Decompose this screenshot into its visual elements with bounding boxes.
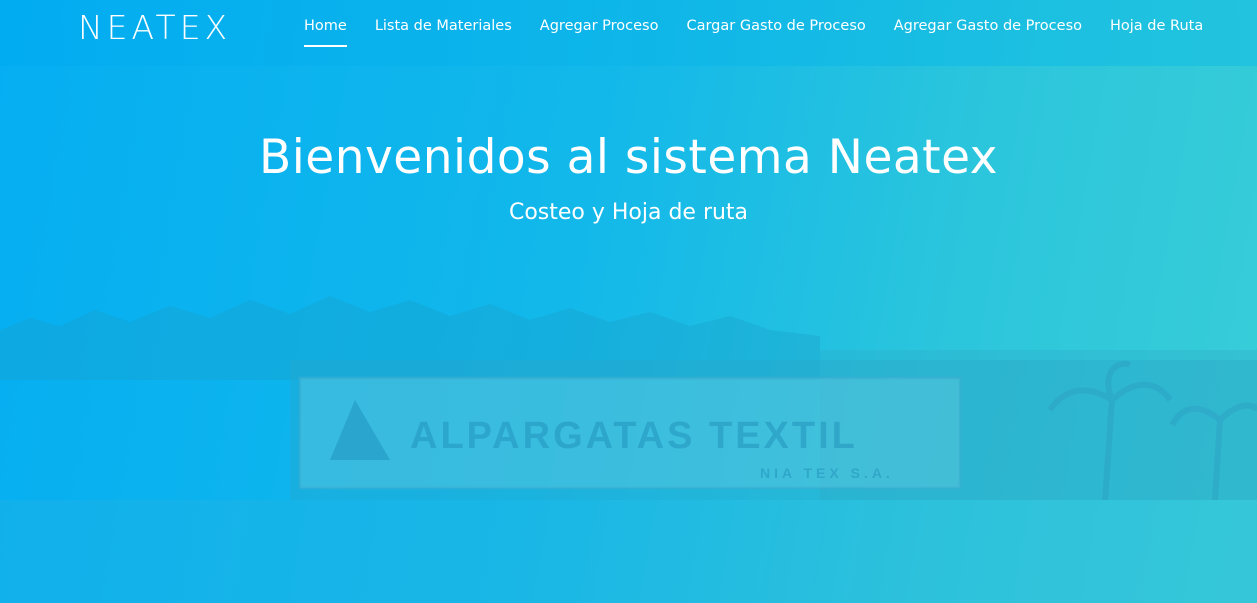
hero-subtitle: Costeo y Hoja de ruta	[508, 200, 749, 225]
nav-item-cargar-gasto-de-proceso[interactable]: Cargar Gasto de Proceso	[672, 0, 879, 66]
navbar: NEATEX Home Lista de Materiales Agregar …	[0, 0, 1257, 66]
nav-menu: Home Lista de Materiales Agregar Proceso…	[290, 0, 1217, 66]
background-sign-border	[298, 376, 962, 490]
background-sign-text: ALPARGATAS TEXTIL	[410, 415, 858, 457]
nav-item-agregar-gasto-de-proceso[interactable]: Agregar Gasto de Proceso	[880, 0, 1096, 66]
background-sign-subtext: NIA TEX S.A.	[760, 465, 894, 481]
background-building	[290, 360, 1257, 500]
nav-item-home[interactable]: Home	[290, 0, 361, 66]
background-photo: ALPARGATAS TEXTIL NIA TEX S.A.	[0, 296, 1257, 603]
nav-item-agregar-proceso[interactable]: Agregar Proceso	[526, 0, 673, 66]
background-palm-left	[1047, 360, 1173, 501]
nav-item-lista-de-materiales[interactable]: Lista de Materiales	[361, 0, 526, 66]
hero-title: Bienvenidos al sistema Neatex	[258, 130, 998, 185]
background-palm-right	[1169, 402, 1257, 501]
background-sign-board	[300, 378, 960, 488]
background-logo-shape	[330, 400, 390, 460]
background-building-right	[820, 350, 1257, 500]
brand-logo[interactable]: NEATEX	[78, 8, 231, 47]
nav-item-hoja-de-ruta[interactable]: Hoja de Ruta	[1096, 0, 1217, 66]
background-ground	[0, 500, 1257, 603]
background-trees	[0, 296, 820, 380]
page: ALPARGATAS TEXTIL NIA TEX S.A. NEATEX Ho…	[0, 0, 1257, 603]
